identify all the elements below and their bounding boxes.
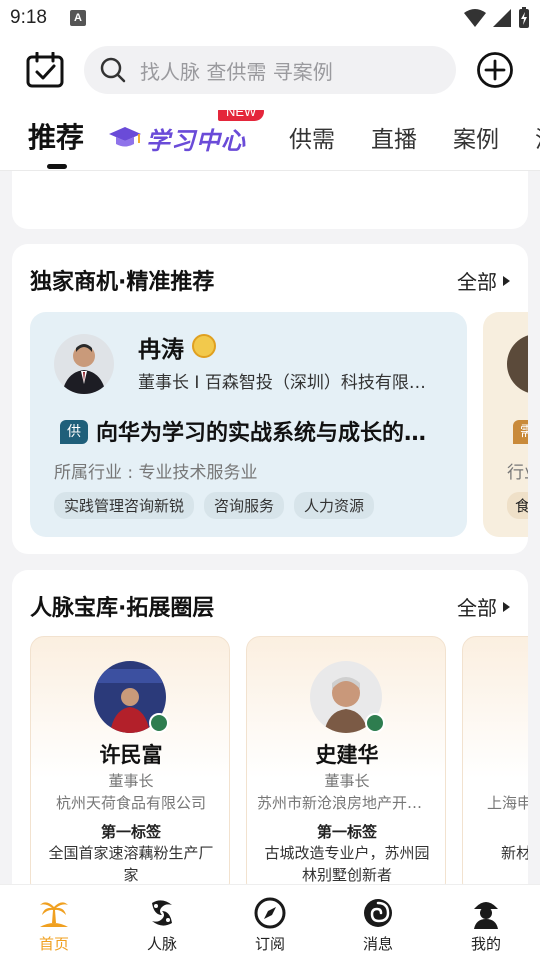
tab-supply-demand[interactable]: 供需 xyxy=(289,120,335,154)
people-swirl-icon xyxy=(152,900,172,926)
tabbar-messages-label: 消息 xyxy=(362,935,393,953)
person-label-desc: 古城改造专业户，苏州园林别墅创新者 xyxy=(264,844,430,884)
person-company: 杭州天荷食品有限公司 xyxy=(55,794,206,812)
person-card-next[interactable]: 上海申 新材 xyxy=(462,636,528,896)
user-icon xyxy=(474,902,498,929)
status-time: 9:18 xyxy=(10,7,47,28)
header: 找人脉 查供需 寻案例 推荐 学习中心 NEW 供需 直播 案例 消 xyxy=(0,40,540,171)
people-section-title: 人脉宝库·拓展圈层 xyxy=(30,596,215,621)
biz-section-title: 独家商机·精准推荐 xyxy=(30,270,215,295)
verified-badge-icon xyxy=(365,713,385,733)
island-icon xyxy=(40,902,68,927)
tabbar-mine-label: 我的 xyxy=(470,935,501,953)
verified-gold-icon xyxy=(192,334,216,358)
tag-chip: 食 xyxy=(507,492,528,519)
person-label-desc: 新材 xyxy=(501,844,528,862)
person-name: 史建华 xyxy=(315,743,379,767)
person-company: 苏州市新沧浪房地产开发有限公司 xyxy=(257,794,437,812)
person-name: 许民富 xyxy=(99,743,163,767)
compass-icon xyxy=(254,897,286,929)
tabbar-home[interactable]: 首页 xyxy=(0,885,108,960)
person-card[interactable]: 许民富 董事长 杭州天荷食品有限公司 第一标签 全国首家速溶藕粉生产厂家 xyxy=(30,636,230,896)
notification-a-icon: A xyxy=(70,10,86,26)
new-badge: NEW xyxy=(218,110,265,121)
tab-indicator xyxy=(47,164,67,169)
tag-chip: 实践管理咨询新锐 xyxy=(54,492,195,519)
biz-section: 独家商机·精准推荐 全部 冉涛 董事长 I 百森智投（深圳）科技有限公司 供 向… xyxy=(12,244,528,554)
biz-card-next[interactable]: 需 行业 食 xyxy=(483,312,528,537)
category-tabs: 推荐 学习中心 NEW 供需 直播 案例 消 xyxy=(0,110,540,168)
biz-industry-peek: 行业 xyxy=(507,463,528,483)
bottom-tab-bar: 首页 人脉 订阅 消息 我的 xyxy=(0,884,540,960)
avatar xyxy=(507,334,528,394)
supply-tag: 供 xyxy=(60,420,88,444)
person-title: 董事长 xyxy=(108,772,154,790)
search-bar[interactable]: 找人脉 查供需 寻案例 xyxy=(84,46,456,94)
tabbar-home-label: 首页 xyxy=(38,935,69,953)
tabbar-contacts[interactable]: 人脉 xyxy=(108,885,216,960)
tabbar-mine[interactable]: 我的 xyxy=(432,885,540,960)
biz-headline: 向华为学习的实战系统与成长的路径 xyxy=(96,421,441,446)
demand-tag: 需 xyxy=(513,420,528,444)
avatar xyxy=(54,334,114,394)
battery-icon xyxy=(519,7,529,28)
tabbar-subscribe[interactable]: 订阅 xyxy=(216,885,324,960)
spiral-icon xyxy=(364,899,392,927)
add-button[interactable] xyxy=(476,51,514,89)
biz-card[interactable]: 冉涛 董事长 I 百森智投（深圳）科技有限公司 供 向华为学习的实战系统与成长的… xyxy=(30,312,467,537)
tag-chip: 咨询服务 xyxy=(204,492,285,519)
people-see-all[interactable]: 全部 xyxy=(457,592,510,621)
status-bar: 9:18 A xyxy=(0,0,540,40)
person-label-desc: 全国首家速溶藕粉生产厂家 xyxy=(48,844,214,884)
tag-chip: 人力资源 xyxy=(294,492,375,519)
search-icon xyxy=(100,57,126,83)
biz-industry: 所属行业 : 专业技术服务业 xyxy=(54,463,258,483)
biz-tags: 实践管理咨询新锐 咨询服务 人力资源 xyxy=(54,492,375,519)
caret-right-icon xyxy=(503,601,510,612)
tabbar-messages[interactable]: 消息 xyxy=(324,885,432,960)
person-label-heading: 第一标签 xyxy=(100,823,161,841)
tab-learning-center[interactable]: 学习中心 xyxy=(108,118,246,158)
biz-person-role: 董事长 I 百森智投（深圳）科技有限公司 xyxy=(138,373,438,393)
tab-messages-peek[interactable]: 消 xyxy=(535,120,540,154)
caret-right-icon xyxy=(503,275,510,286)
person-card[interactable]: 史建华 董事长 苏州市新沧浪房地产开发有限公司 第一标签 古城改造专业户，苏州园… xyxy=(246,636,446,896)
biz-see-all-label: 全部 xyxy=(457,270,497,294)
people-see-all-label: 全部 xyxy=(457,596,497,620)
calendar-check-icon[interactable] xyxy=(26,52,64,88)
biz-person-name: 冉涛 xyxy=(138,337,184,363)
biz-see-all[interactable]: 全部 xyxy=(457,266,510,295)
tab-live[interactable]: 直播 xyxy=(371,120,417,154)
graduation-cap-icon xyxy=(109,127,141,147)
status-icons xyxy=(464,7,530,29)
previous-card xyxy=(12,171,528,229)
signal-icon xyxy=(493,9,511,27)
tab-cases[interactable]: 案例 xyxy=(453,120,499,154)
tab-recommend[interactable]: 推荐 xyxy=(28,116,84,156)
search-placeholder: 找人脉 查供需 寻案例 xyxy=(140,59,333,84)
person-label-heading: 第一标签 xyxy=(316,823,377,841)
person-title: 董事长 xyxy=(324,772,370,790)
tabbar-contacts-label: 人脉 xyxy=(146,935,177,953)
tab-learning-label: 学习中心 xyxy=(146,126,246,155)
person-company: 上海申 xyxy=(487,794,528,812)
people-section: 人脉宝库·拓展圈层 全部 许民富 董事长 杭州天荷食品有限公司 第一标签 全国首… xyxy=(12,570,528,900)
wifi-icon xyxy=(464,9,486,27)
verified-badge-icon xyxy=(149,713,169,733)
tabbar-subscribe-label: 订阅 xyxy=(254,935,285,953)
